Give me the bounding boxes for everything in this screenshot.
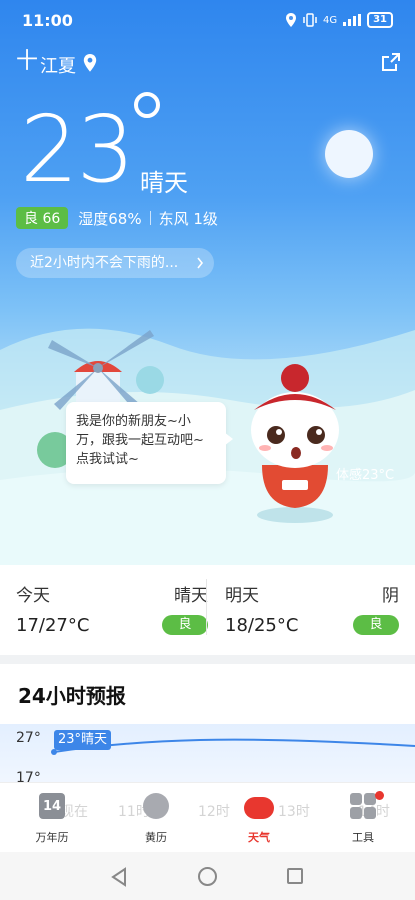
location-pin-icon (83, 54, 97, 72)
status-time: 11:00 (22, 11, 73, 30)
sun-icon (325, 130, 373, 178)
forecast-current-tag: 23°晴天 (54, 730, 112, 750)
weather-hero: 11:00 4G 31 十 江夏 23 晴天 良 66 湿度68% 东风 1级 … (0, 0, 415, 565)
day-name: 明天 (225, 586, 259, 606)
chevron-right-icon (197, 257, 204, 269)
meta-divider (149, 211, 151, 225)
nav-label: 万年历 (35, 831, 69, 844)
degree-symbol (134, 92, 160, 118)
system-nav-bar (0, 852, 415, 900)
vibrate-icon (303, 13, 317, 27)
day-aqi-badge: 良 (162, 615, 208, 635)
nav-almanac[interactable]: 黄历 (116, 791, 196, 847)
add-city-button[interactable]: 十 (16, 50, 38, 74)
top-bar: 十 江夏 (16, 50, 401, 78)
weather-meta: 良 66 湿度68% 东风 1级 (16, 207, 218, 229)
location-status-icon (285, 13, 296, 27)
back-icon[interactable] (110, 867, 128, 887)
current-temperature: 23 (20, 96, 135, 203)
aqi-badge[interactable]: 良 66 (16, 207, 69, 229)
day-temp-range: 18/25°C (225, 615, 299, 636)
feels-like: 体感23°C (336, 468, 395, 483)
yinyang-icon (143, 793, 169, 819)
day-condition: 阴 (382, 586, 399, 606)
humidity: 湿度68% (78, 209, 142, 228)
rain-notice-button[interactable]: 近2小时内不会下雨的... (16, 248, 214, 278)
forecast-24h[interactable]: 24小时预报 27° 17° 23°晴天 (0, 664, 415, 789)
nav-calendar[interactable]: 14 万年历 (12, 791, 92, 847)
city-name[interactable]: 江夏 (40, 52, 76, 78)
day-summary: 今天 晴天 17/27°C 良 明天 阴 18/25°C 良 (0, 565, 415, 655)
day-card-tomorrow[interactable]: 明天 阴 18/25°C 良 (225, 565, 399, 655)
section-gap (0, 655, 415, 664)
recents-icon[interactable] (287, 868, 303, 884)
share-icon[interactable] (381, 52, 401, 72)
status-icons: 4G 31 (285, 12, 393, 28)
day-temp-range: 17/27°C (16, 615, 90, 636)
nav-weather[interactable]: 天气 (219, 791, 299, 847)
day-card-today[interactable]: 今天 晴天 17/27°C 良 (16, 565, 208, 655)
weather-cloud-icon (244, 797, 274, 819)
day-name: 今天 (16, 586, 50, 606)
forecast-title: 24小时预报 (18, 684, 126, 708)
home-icon[interactable] (198, 867, 217, 886)
rain-notice-text: 近2小时内不会下雨的... (30, 255, 179, 271)
day-divider (206, 579, 207, 635)
status-bar: 11:00 4G 31 (0, 0, 415, 40)
calendar-icon: 14 (39, 793, 65, 819)
mascot-message-bubble[interactable]: 我是你的新朋友~小万，跟我一起互动吧~点我试试~ (66, 402, 226, 484)
mascot-message: 我是你的新朋友~小万，跟我一起互动吧~点我试试~ (76, 414, 204, 467)
nav-label: 黄历 (145, 831, 167, 844)
battery-icon: 31 (367, 12, 393, 28)
bottom-nav: 现在 11时 12时 13时 14时 14 万年历 黄历 天气 工具 (0, 782, 415, 852)
nav-label: 工具 (352, 831, 374, 844)
notification-dot (375, 791, 384, 800)
current-condition: 晴天 (140, 169, 188, 197)
nav-label: 天气 (248, 831, 270, 844)
forecast-y-max: 27° (16, 730, 41, 746)
nav-tools[interactable]: 工具 (323, 791, 403, 847)
wind: 东风 1级 (158, 209, 218, 228)
day-condition: 晴天 (174, 586, 208, 606)
day-aqi-badge: 良 (353, 615, 399, 635)
signal-icon (343, 14, 362, 26)
network-type: 4G (322, 14, 338, 26)
bubble-tail (224, 432, 233, 446)
tools-grid-icon (350, 793, 376, 819)
